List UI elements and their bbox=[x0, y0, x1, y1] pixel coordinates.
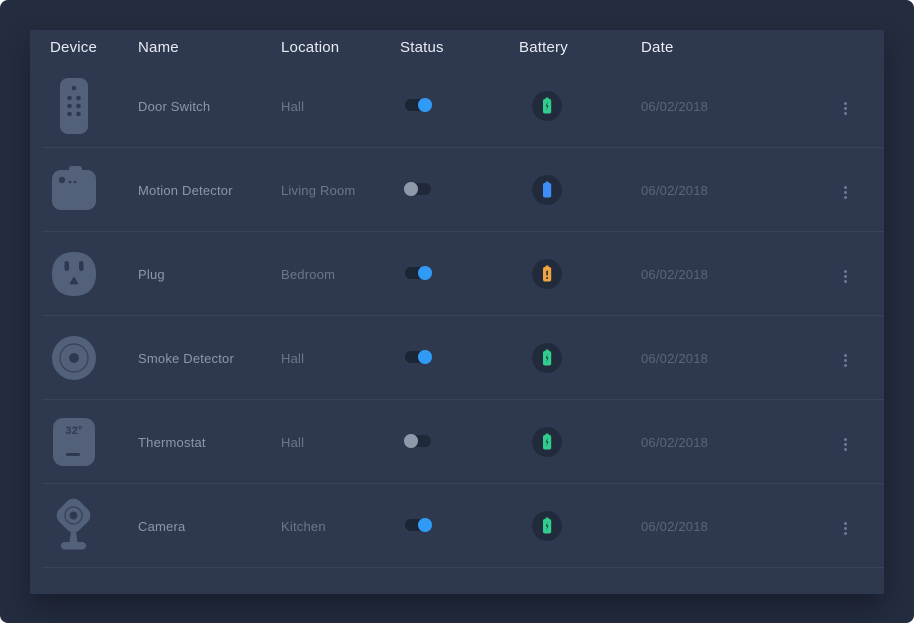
device-location: Hall bbox=[281, 99, 400, 114]
column-header-name: Name bbox=[138, 39, 281, 56]
app-background: Device Name Location Status Battery Date… bbox=[0, 0, 914, 623]
toggle-knob bbox=[418, 518, 432, 532]
toggle-knob bbox=[404, 434, 418, 448]
device-name: Plug bbox=[138, 267, 281, 282]
status-toggle[interactable] bbox=[405, 267, 431, 279]
status-toggle[interactable] bbox=[405, 351, 431, 363]
device-location: Bedroom bbox=[281, 267, 400, 282]
table-row: Camera Kitchen 06/02/2018 bbox=[30, 484, 884, 568]
device-location: Living Room bbox=[281, 183, 400, 198]
device-name: Camera bbox=[138, 519, 281, 534]
toggle-knob bbox=[418, 98, 432, 112]
more-menu-button[interactable] bbox=[838, 350, 853, 371]
device-table: Device Name Location Status Battery Date… bbox=[30, 30, 884, 594]
device-date: 06/02/2018 bbox=[641, 99, 826, 114]
plug-icon bbox=[50, 242, 98, 306]
device-location: Hall bbox=[281, 351, 400, 366]
table-row: 32° Thermostat Hall 06/02/2018 bbox=[30, 400, 884, 484]
motion-detector-icon bbox=[50, 158, 98, 222]
device-location: Kitchen bbox=[281, 519, 400, 534]
more-menu-button[interactable] bbox=[838, 434, 853, 455]
column-header-location: Location bbox=[281, 39, 400, 56]
thermostat-icon: 32° bbox=[50, 410, 98, 474]
device-name: Door Switch bbox=[138, 99, 281, 114]
more-menu-button[interactable] bbox=[838, 518, 853, 539]
battery-low-icon bbox=[532, 259, 562, 289]
battery-good-icon bbox=[532, 427, 562, 457]
device-location: Hall bbox=[281, 435, 400, 450]
battery-full-icon bbox=[532, 175, 562, 205]
status-toggle[interactable] bbox=[405, 99, 431, 111]
more-menu-button[interactable] bbox=[838, 266, 853, 287]
smoke-detector-icon bbox=[50, 326, 98, 390]
toggle-knob bbox=[418, 350, 432, 364]
toggle-knob bbox=[404, 182, 418, 196]
more-menu-button[interactable] bbox=[838, 182, 853, 203]
status-toggle[interactable] bbox=[405, 519, 431, 531]
device-date: 06/02/2018 bbox=[641, 267, 826, 282]
device-date: 06/02/2018 bbox=[641, 183, 826, 198]
table-row: Door Switch Hall 06/02/2018 bbox=[30, 64, 884, 148]
more-menu-button[interactable] bbox=[838, 98, 853, 119]
camera-icon bbox=[50, 494, 98, 558]
battery-good-icon bbox=[532, 511, 562, 541]
column-header-status: Status bbox=[400, 39, 519, 56]
battery-good-icon bbox=[532, 91, 562, 121]
table-header: Device Name Location Status Battery Date bbox=[30, 30, 884, 64]
svg-text:32°: 32° bbox=[65, 425, 82, 437]
column-header-battery: Battery bbox=[519, 39, 641, 56]
column-header-date: Date bbox=[641, 39, 826, 56]
remote-icon bbox=[50, 74, 98, 138]
device-name: Smoke Detector bbox=[138, 351, 281, 366]
device-name: Motion Detector bbox=[138, 183, 281, 198]
device-date: 06/02/2018 bbox=[641, 435, 826, 450]
toggle-knob bbox=[418, 266, 432, 280]
device-date: 06/02/2018 bbox=[641, 351, 826, 366]
table-row: Plug Bedroom 06/02/2018 bbox=[30, 232, 884, 316]
table-body: Door Switch Hall 06/02/2018 Motion Detec… bbox=[30, 64, 884, 568]
battery-good-icon bbox=[532, 343, 562, 373]
column-header-device: Device bbox=[50, 39, 138, 56]
status-toggle[interactable] bbox=[405, 183, 431, 195]
table-row: Motion Detector Living Room 06/02/2018 bbox=[30, 148, 884, 232]
device-name: Thermostat bbox=[138, 435, 281, 450]
device-date: 06/02/2018 bbox=[641, 519, 826, 534]
status-toggle[interactable] bbox=[405, 435, 431, 447]
table-row: Smoke Detector Hall 06/02/2018 bbox=[30, 316, 884, 400]
